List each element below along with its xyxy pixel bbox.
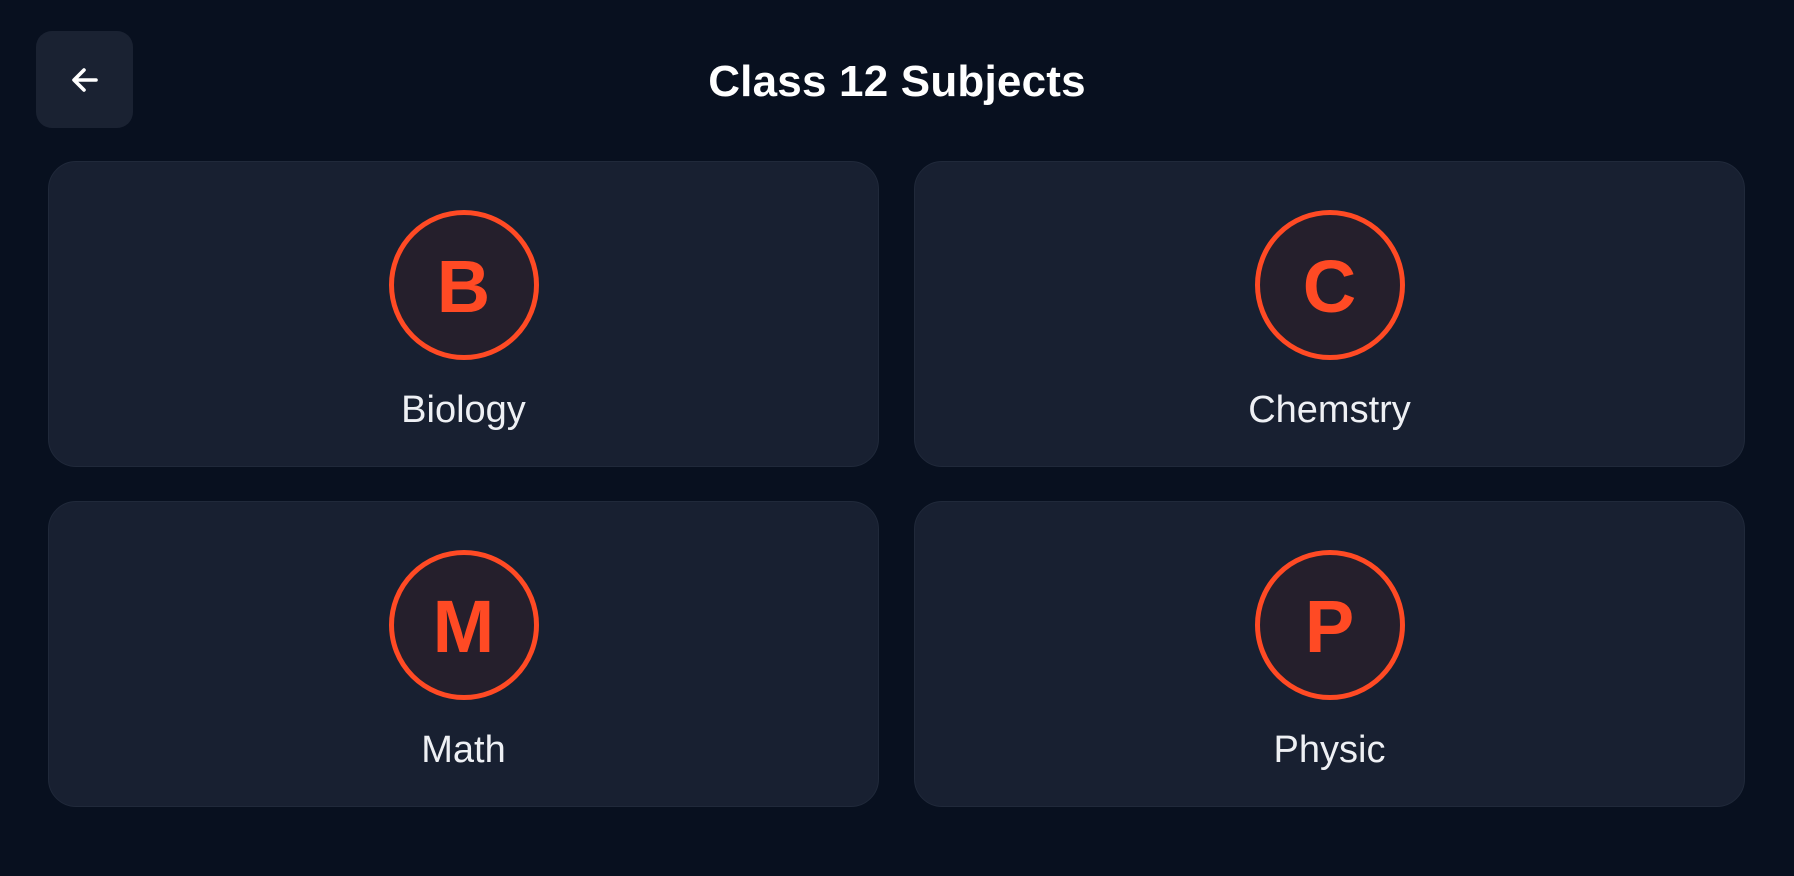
subject-label: Biology	[401, 389, 526, 431]
subject-card-biology[interactable]: B Biology	[48, 161, 879, 467]
subject-card-physics[interactable]: P Physic	[914, 501, 1745, 807]
subject-grid: B Biology C Chemstry M Math P Physic	[48, 161, 1745, 807]
subject-label: Physic	[1273, 729, 1386, 771]
subject-initial: B	[436, 245, 491, 328]
subject-card-math[interactable]: M Math	[48, 501, 879, 807]
subject-badge: B	[388, 210, 539, 360]
subject-initial: M	[432, 585, 495, 668]
header: Class 12 Subjects	[0, 0, 1794, 150]
subject-badge: P	[1254, 550, 1405, 700]
subject-label: Math	[421, 729, 506, 771]
subject-label: Chemstry	[1248, 389, 1411, 431]
subject-badge: C	[1254, 210, 1405, 360]
subject-badge: M	[388, 550, 539, 700]
subject-initial: P	[1304, 585, 1355, 668]
page-title: Class 12 Subjects	[708, 57, 1086, 106]
subject-card-chemistry[interactable]: C Chemstry	[914, 161, 1745, 467]
subject-initial: C	[1302, 245, 1357, 328]
